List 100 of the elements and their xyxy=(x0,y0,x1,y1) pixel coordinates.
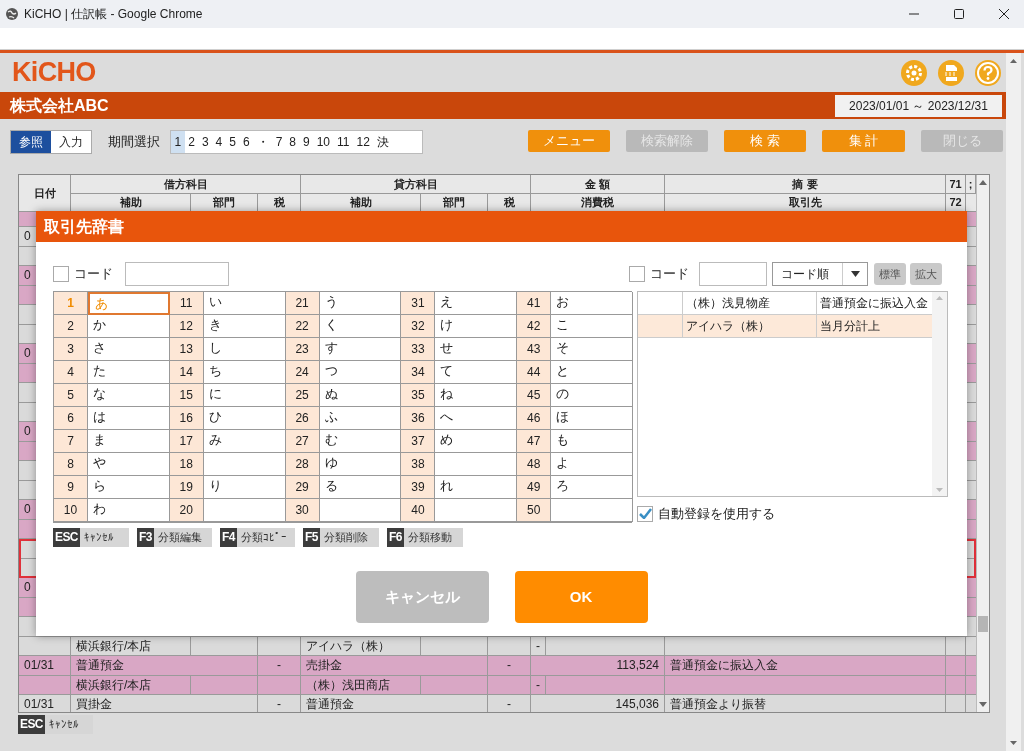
dialog-title: 取引先辞書 xyxy=(44,216,124,237)
period-item[interactable]: 8 xyxy=(285,131,300,153)
period-item[interactable]: 決 xyxy=(373,131,393,153)
kana-index-item[interactable]: 35 ね xyxy=(401,384,518,407)
tax-cell: - xyxy=(277,658,281,672)
function-key-button[interactable]: F3 分類編集 xyxy=(137,528,212,547)
kana-index-item[interactable]: 50 xyxy=(517,499,633,522)
kana-index-item[interactable]: 41 お xyxy=(517,292,633,315)
kana-index-item[interactable]: 2 か xyxy=(54,315,170,338)
kana-index-item[interactable]: 46 ほ xyxy=(517,407,633,430)
kana-index-item[interactable]: 40 xyxy=(401,499,518,522)
kana-index-item[interactable]: 36 へ xyxy=(401,407,518,430)
kana-index-item[interactable]: 8 や xyxy=(54,453,170,476)
kana-index-item[interactable]: 38 xyxy=(401,453,518,476)
kana-index-item[interactable]: 10 わ xyxy=(54,499,170,522)
function-key-button[interactable]: F4 分類ｺﾋﾟｰ xyxy=(220,528,295,547)
kana-index-item[interactable]: 28 ゆ xyxy=(285,453,402,476)
scrollbar[interactable] xyxy=(976,175,989,712)
kana-index-item[interactable]: 31 え xyxy=(401,292,518,315)
kana-index-item[interactable]: 37 め xyxy=(401,430,518,453)
period-label: 期間選択 xyxy=(108,133,160,151)
maximize-icon[interactable] xyxy=(953,8,965,20)
kana-index-item[interactable]: 4 た xyxy=(54,361,170,384)
kana-index-item[interactable]: 26 ふ xyxy=(285,407,402,430)
settings-icon[interactable] xyxy=(900,58,928,87)
period-item[interactable]: 6 xyxy=(239,131,254,153)
kana-index-item[interactable]: 44 と xyxy=(517,361,633,384)
kana-index-item[interactable]: 17 み xyxy=(169,430,286,453)
kana-index-item[interactable]: 27 む xyxy=(285,430,402,453)
code-input-field[interactable] xyxy=(125,262,229,286)
kana-index-item[interactable]: 23 す xyxy=(285,338,402,361)
period-item[interactable]: 11 xyxy=(333,131,353,153)
checkbox[interactable] xyxy=(53,266,69,282)
kana-index-item[interactable]: 5 な xyxy=(54,384,170,407)
kana-index-item[interactable]: 11 い xyxy=(169,292,286,315)
kana-index-item[interactable]: 13 し xyxy=(169,338,286,361)
checkbox[interactable] xyxy=(637,505,653,522)
kana-index-item[interactable]: 49 ろ xyxy=(517,476,633,499)
function-key-button[interactable]: ESC ｷｬﾝｾﾙ xyxy=(18,715,93,734)
kana-index-item[interactable]: 32 け xyxy=(401,315,518,338)
kana-index-item[interactable]: 14 ち xyxy=(169,361,286,384)
period-item[interactable]: 10 xyxy=(313,131,334,153)
kana-index-item[interactable]: 19 り xyxy=(169,476,286,499)
kana-index-item[interactable]: 48 よ xyxy=(517,453,633,476)
kana-index-item[interactable]: 43 そ xyxy=(517,338,633,361)
period-item[interactable]: 2 xyxy=(184,131,199,153)
page-scrollbar[interactable] xyxy=(1006,53,1021,751)
kana-index-item[interactable]: 20 xyxy=(169,499,286,522)
scroll-thumb[interactable] xyxy=(978,616,988,632)
period-item[interactable]: 7 xyxy=(272,131,286,153)
kana-index-item[interactable]: 16 ひ xyxy=(169,407,286,430)
kana-index-item[interactable]: 12 き xyxy=(169,315,286,338)
kana-index-item[interactable]: 21 う xyxy=(285,292,402,315)
scroll-up-icon[interactable] xyxy=(979,179,987,185)
kana-index-item[interactable]: 25 ぬ xyxy=(285,384,402,407)
kana-index-item[interactable]: 39 れ xyxy=(401,476,518,499)
list-row[interactable]: アイハラ（株） 当月分計上 xyxy=(638,315,933,338)
column-header: 借方科目 xyxy=(71,175,301,194)
date-cell: 0 xyxy=(24,502,31,516)
kana-index-item[interactable]: 22 く xyxy=(285,315,402,338)
period-item[interactable]: 1 xyxy=(171,131,185,153)
column-header: 金 額 xyxy=(531,175,665,194)
table-row[interactable]: 01/31 普通預金 - 売掛金 - 113,524 普通預金に振込入金 横浜銀行/本店 （株）浅田商店 - xyxy=(19,656,976,695)
kana-index-item[interactable]: 29 る xyxy=(285,476,402,499)
period-item[interactable]: 3 xyxy=(198,131,213,153)
period-item[interactable]: ・ xyxy=(253,131,273,153)
kana-index-item[interactable]: 15 に xyxy=(169,384,286,407)
checkbox[interactable] xyxy=(629,266,645,282)
scroll-down-icon[interactable] xyxy=(1010,741,1017,745)
account-cell: 普通預金 xyxy=(76,658,124,672)
kana-index-item[interactable]: 47 も xyxy=(517,430,633,453)
kana-index-item[interactable]: 9 ら xyxy=(54,476,170,499)
kana-index-item[interactable]: 24 つ xyxy=(285,361,402,384)
function-key-button[interactable]: F6 分類移動 xyxy=(387,528,463,547)
kana-index-item[interactable]: 6 は xyxy=(54,407,170,430)
kana-index-item[interactable]: 42 こ xyxy=(517,315,633,338)
period-item[interactable]: 9 xyxy=(299,131,314,153)
help-icon[interactable] xyxy=(974,58,1002,87)
code-input-field[interactable] xyxy=(699,262,767,286)
kana-index-item[interactable]: 30 xyxy=(285,499,402,522)
kana-index-item[interactable]: 7 ま xyxy=(54,430,170,453)
date-cell: 0 xyxy=(24,580,31,594)
sort-dropdown[interactable]: コード順 xyxy=(772,262,868,286)
scroll-up-icon[interactable] xyxy=(1010,59,1017,63)
kana-index-item[interactable]: 33 せ xyxy=(401,338,518,361)
function-key-button[interactable]: ESC ｷｬﾝｾﾙ xyxy=(53,528,129,547)
kana-index-item[interactable]: 18 xyxy=(169,453,286,476)
scroll-down-icon[interactable] xyxy=(979,702,987,708)
check-icon xyxy=(638,508,652,520)
period-item[interactable]: 4 xyxy=(212,131,226,153)
list-row[interactable]: （株）浅見物産 普通預金に振込入金 xyxy=(638,292,933,315)
document-icon[interactable] xyxy=(937,58,965,87)
close-icon[interactable] xyxy=(998,8,1010,20)
function-key-button[interactable]: F5 分類削除 xyxy=(303,528,379,547)
period-item[interactable]: 12 xyxy=(353,131,374,153)
kana-index-item[interactable]: 45 の xyxy=(517,384,633,407)
period-item[interactable]: 5 xyxy=(225,131,240,153)
kana-index-item[interactable]: 34 て xyxy=(401,361,518,384)
kana-index-item[interactable]: 3 さ xyxy=(54,338,170,361)
mode-tab[interactable]: 参照 xyxy=(11,131,51,153)
